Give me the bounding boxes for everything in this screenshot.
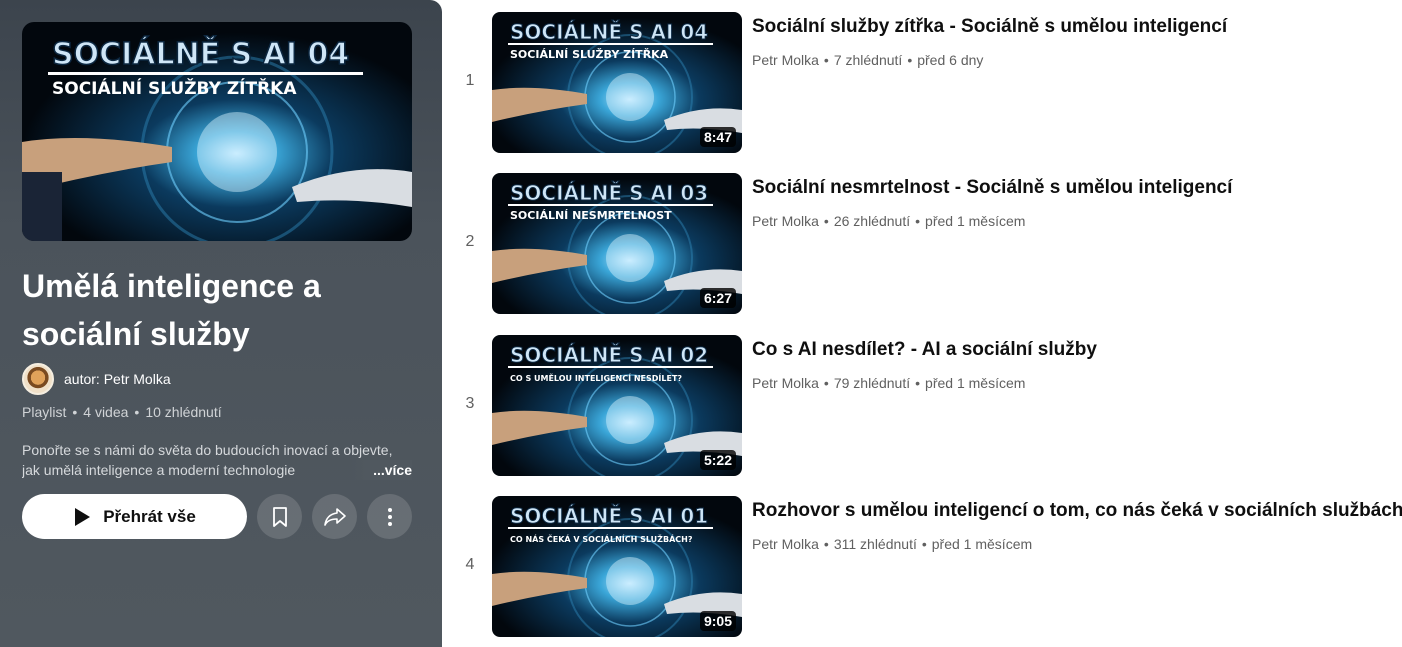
svg-text:SOCIÁLNĚ S AI 04: SOCIÁLNĚ S AI 04: [52, 36, 349, 72]
save-playlist-button[interactable]: [257, 494, 302, 539]
separator-dot: •: [915, 375, 921, 391]
playlist-header-panel: SOCIÁLNĚ S AI 04 SOCIÁLNÍ SLUŽBY ZÍTŘKA …: [0, 0, 442, 647]
separator-dot: •: [823, 375, 829, 391]
video-title[interactable]: Rozhovor s umělou inteligencí o tom, co …: [752, 498, 1402, 524]
video-views: 7 zhlédnutí: [833, 52, 903, 68]
playlist-video-row[interactable]: 1 SOCIÁLNĚ S AI 04 SOCIÁLNÍ SLUŽBY ZÍTŘK…: [460, 12, 1400, 153]
video-index: 4: [465, 556, 475, 573]
video-age: před 6 dny: [917, 52, 984, 68]
separator-dot: •: [823, 213, 829, 229]
bookmark-icon: [272, 506, 287, 527]
playlist-type: Playlist: [22, 404, 67, 420]
avatar[interactable]: [22, 363, 54, 395]
video-thumbnail[interactable]: SOCIÁLNĚ S AI 04 SOCIÁLNÍ SLUŽBY ZÍTŘKA …: [492, 12, 742, 153]
separator-dot: •: [915, 213, 921, 229]
separator-dot: •: [72, 404, 78, 420]
svg-text:CO NÁS ČEKÁ V SOCIÁLNÍCH SLUŽB: CO NÁS ČEKÁ V SOCIÁLNÍCH SLUŽBÁCH?: [510, 533, 693, 544]
playlist-thumbnail-art: SOCIÁLNĚ S AI 04 SOCIÁLNÍ SLUŽBY ZÍTŘKA: [22, 22, 412, 241]
video-title[interactable]: Sociální služby zítřka - Sociálně s uměl…: [752, 14, 1227, 40]
svg-text:SOCIÁLNĚ S AI 03: SOCIÁLNĚ S AI 03: [510, 181, 708, 205]
video-meta: Petr Molka • 7 zhlédnutí • před 6 dny: [752, 52, 983, 68]
video-index: 3: [465, 395, 475, 412]
video-thumbnail[interactable]: SOCIÁLNĚ S AI 02 CO S UMĚLOU INTELIGENCÍ…: [492, 335, 742, 476]
video-meta: Petr Molka • 311 zhlédnutí • před 1 měsí…: [752, 536, 1032, 552]
video-channel[interactable]: Petr Molka: [752, 213, 819, 229]
video-title[interactable]: Co s AI nesdílet? - AI a sociální služby: [752, 337, 1097, 363]
playlist-meta: Playlist • 4 videa • 10 zhlédnutí: [22, 404, 222, 420]
separator-dot: •: [921, 536, 927, 552]
playlist-video-row[interactable]: 2 SOCIÁLNĚ S AI 03 SOCIÁLNÍ NESMRTELNOST…: [460, 173, 1400, 314]
svg-text:CO S UMĚLOU INTELIGENCÍ NESDÍL: CO S UMĚLOU INTELIGENCÍ NESDÍLET?: [510, 372, 682, 383]
play-icon: [75, 507, 91, 526]
svg-text:SOCIÁLNĚ S AI 04: SOCIÁLNĚ S AI 04: [510, 20, 708, 44]
svg-text:SOCIÁLNĚ S AI 01: SOCIÁLNĚ S AI 01: [510, 504, 708, 528]
separator-dot: •: [134, 404, 140, 420]
playlist-author[interactable]: autor: Petr Molka: [22, 363, 171, 395]
video-duration: 5:22: [699, 450, 736, 470]
video-thumbnail[interactable]: SOCIÁLNĚ S AI 03 SOCIÁLNÍ NESMRTELNOST 6…: [492, 173, 742, 314]
separator-dot: •: [823, 536, 829, 552]
video-meta: Petr Molka • 79 zhlédnutí • před 1 měsíc…: [752, 375, 1025, 391]
svg-text:SOCIÁLNÍ SLUŽBY ZÍTŘKA: SOCIÁLNÍ SLUŽBY ZÍTŘKA: [510, 48, 669, 61]
svg-text:SOCIÁLNĚ S AI 02: SOCIÁLNĚ S AI 02: [510, 343, 708, 367]
share-button[interactable]: [312, 494, 357, 539]
video-channel[interactable]: Petr Molka: [752, 536, 819, 552]
playlist-video-count: 4 videa: [83, 404, 129, 420]
description-more-link[interactable]: ...více: [351, 460, 412, 480]
video-views: 79 zhlédnutí: [833, 375, 911, 391]
video-thumbnail[interactable]: SOCIÁLNĚ S AI 01 CO NÁS ČEKÁ V SOCIÁLNÍC…: [492, 496, 742, 637]
video-views: 26 zhlédnutí: [833, 213, 911, 229]
svg-text:SOCIÁLNÍ NESMRTELNOST: SOCIÁLNÍ NESMRTELNOST: [510, 209, 672, 222]
video-index: 1: [465, 72, 475, 89]
more-vertical-icon: [387, 507, 392, 526]
separator-dot: •: [823, 52, 829, 68]
playlist-views: 10 zhlédnutí: [145, 404, 222, 420]
more-actions-button[interactable]: [367, 494, 412, 539]
video-duration: 8:47: [699, 127, 736, 147]
video-channel[interactable]: Petr Molka: [752, 52, 819, 68]
svg-text:SOCIÁLNÍ SLUŽBY ZÍTŘKA: SOCIÁLNÍ SLUŽBY ZÍTŘKA: [52, 77, 297, 99]
video-duration: 6:27: [699, 288, 736, 308]
playlist-title: Umělá inteligence a sociální služby: [22, 268, 321, 352]
share-icon: [323, 507, 346, 526]
video-index: 2: [465, 233, 475, 250]
separator-dot: •: [907, 52, 913, 68]
video-age: před 1 měsícem: [925, 213, 1026, 229]
playlist-video-row[interactable]: 3 SOCIÁLNĚ S AI 02 CO S UMĚLOU INTELIGEN…: [460, 335, 1400, 476]
play-all-label: Přehrát vše: [103, 506, 196, 526]
video-title[interactable]: Sociální nesmrtelnost - Sociálně s umělo…: [752, 175, 1232, 201]
video-meta: Petr Molka • 26 zhlédnutí • před 1 měsíc…: [752, 213, 1025, 229]
video-age: před 1 měsícem: [925, 375, 1026, 391]
play-all-button[interactable]: Přehrát vše: [22, 494, 247, 539]
video-views: 311 zhlédnutí: [833, 536, 917, 552]
author-label[interactable]: autor: Petr Molka: [64, 371, 171, 387]
video-duration: 9:05: [699, 611, 736, 631]
playlist-thumbnail[interactable]: SOCIÁLNĚ S AI 04 SOCIÁLNÍ SLUŽBY ZÍTŘKA: [22, 22, 412, 241]
playlist-video-row[interactable]: 4 SOCIÁLNĚ S AI 01 CO NÁS ČEKÁ V SOCIÁLN…: [460, 496, 1402, 637]
video-age: před 1 měsícem: [931, 536, 1033, 552]
video-channel[interactable]: Petr Molka: [752, 375, 819, 391]
